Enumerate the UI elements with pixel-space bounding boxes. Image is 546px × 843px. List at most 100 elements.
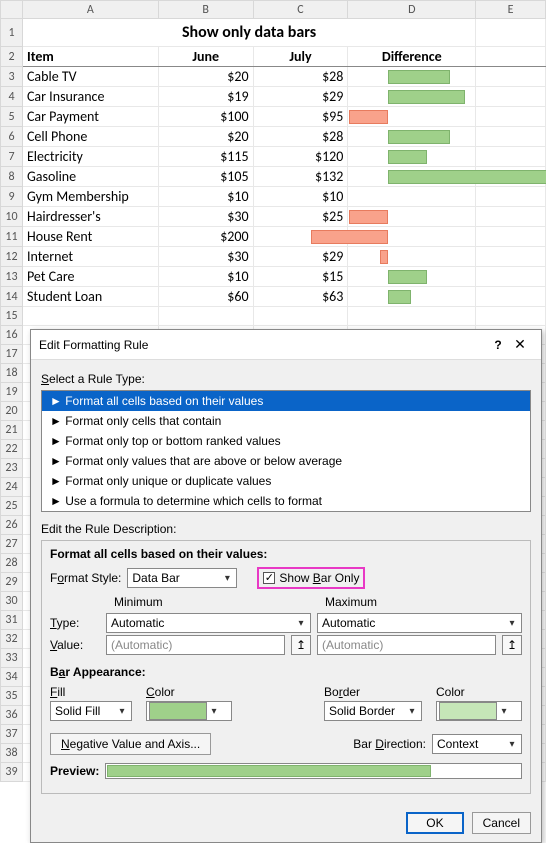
item-cell[interactable]: Internet [22, 247, 158, 267]
min-ref-button[interactable]: ↥ [291, 635, 311, 655]
row-header[interactable]: 33 [1, 649, 23, 668]
row-header[interactable]: 12 [1, 247, 23, 267]
june-cell[interactable]: $100 [158, 107, 253, 127]
july-cell[interactable]: $25 [253, 207, 348, 227]
june-cell[interactable]: $30 [158, 207, 253, 227]
item-cell[interactable]: Gym Membership [22, 187, 158, 207]
row-header[interactable]: 7 [1, 147, 23, 167]
col-header-B[interactable]: B [158, 1, 253, 19]
col-header-E[interactable]: E [476, 1, 546, 19]
row-header[interactable]: 16 [1, 326, 23, 345]
july-cell[interactable]: $15 [253, 267, 348, 287]
july-cell[interactable]: $28 [253, 127, 348, 147]
july-cell[interactable]: $29 [253, 247, 348, 267]
column-header-cell[interactable]: June [158, 47, 253, 67]
max-value-input[interactable]: (Automatic) [317, 635, 496, 655]
july-cell[interactable]: $10 [253, 187, 348, 207]
item-cell[interactable]: Cable TV [22, 67, 158, 87]
row-header[interactable]: 28 [1, 554, 23, 573]
row-header[interactable]: 6 [1, 127, 23, 147]
diff-bar-cell[interactable] [348, 187, 476, 207]
july-cell[interactable]: $132 [253, 167, 348, 187]
diff-bar-cell[interactable] [348, 247, 476, 267]
bar-direction-combo[interactable]: Context▾ [432, 734, 522, 754]
row-header[interactable]: 18 [1, 364, 23, 383]
dialog-titlebar[interactable]: Edit Formatting Rule ? ✕ [31, 330, 541, 360]
rule-type-item[interactable]: ► Format all cells based on their values [42, 391, 530, 411]
july-cell[interactable]: $29 [253, 87, 348, 107]
corner-cell[interactable] [1, 1, 23, 19]
row-header[interactable]: 23 [1, 459, 23, 478]
col-header-C[interactable]: C [253, 1, 348, 19]
title-cell[interactable]: Show only data bars [22, 19, 475, 47]
row-header[interactable]: 13 [1, 267, 23, 287]
row-header[interactable]: 8 [1, 167, 23, 187]
row-header[interactable]: 26 [1, 516, 23, 535]
rule-type-list[interactable]: ► Format all cells based on their values… [41, 390, 531, 512]
row-header[interactable]: 3 [1, 67, 23, 87]
ok-button[interactable]: OK [406, 812, 463, 834]
row-header[interactable]: 21 [1, 421, 23, 440]
col-header-A[interactable]: A [22, 1, 158, 19]
diff-bar-cell[interactable] [348, 167, 476, 187]
item-cell[interactable]: Electricity [22, 147, 158, 167]
row-header[interactable]: 39 [1, 763, 23, 782]
item-cell[interactable]: Pet Care [22, 267, 158, 287]
format-style-combo[interactable]: Data Bar▾ [127, 568, 237, 588]
row-header[interactable]: 24 [1, 478, 23, 497]
row-header[interactable]: 30 [1, 592, 23, 611]
diff-bar-cell[interactable] [348, 267, 476, 287]
june-cell[interactable]: $10 [158, 187, 253, 207]
diff-bar-cell[interactable] [348, 87, 476, 107]
rule-type-item[interactable]: ► Format only top or bottom ranked value… [42, 431, 530, 451]
min-value-input[interactable]: (Automatic) [106, 635, 285, 655]
row-header[interactable]: 10 [1, 207, 23, 227]
column-header-cell[interactable]: Item [22, 47, 158, 67]
col-header-D[interactable]: D [348, 1, 476, 19]
row-header[interactable]: 9 [1, 187, 23, 207]
row-header[interactable]: 1 [1, 19, 23, 47]
row-header[interactable]: 15 [1, 307, 23, 326]
help-button[interactable]: ? [489, 338, 507, 352]
july-cell[interactable]: $28 [253, 67, 348, 87]
max-type-combo[interactable]: Automatic▾ [317, 613, 522, 633]
diff-bar-cell[interactable] [348, 227, 476, 247]
diff-bar-cell[interactable] [348, 287, 476, 307]
row-header[interactable]: 32 [1, 630, 23, 649]
june-cell[interactable]: $19 [158, 87, 253, 107]
june-cell[interactable]: $10 [158, 267, 253, 287]
diff-bar-cell[interactable] [348, 147, 476, 167]
show-bar-only-checkbox[interactable]: ✓ Show Bar Only [257, 567, 365, 589]
diff-bar-cell[interactable] [348, 207, 476, 227]
row-header[interactable]: 27 [1, 535, 23, 554]
fill-combo[interactable]: Solid Fill▾ [50, 701, 132, 721]
june-cell[interactable]: $20 [158, 67, 253, 87]
close-button[interactable]: ✕ [507, 336, 533, 353]
june-cell[interactable]: $105 [158, 167, 253, 187]
border-combo[interactable]: Solid Border▾ [324, 701, 422, 721]
rule-type-item[interactable]: ► Format only values that are above or b… [42, 451, 530, 471]
june-cell[interactable]: $200 [158, 227, 253, 247]
rule-type-item[interactable]: ► Use a formula to determine which cells… [42, 491, 530, 511]
min-type-combo[interactable]: Automatic▾ [106, 613, 311, 633]
june-cell[interactable]: $20 [158, 127, 253, 147]
cancel-button[interactable]: Cancel [472, 812, 531, 834]
item-cell[interactable]: Car Insurance [22, 87, 158, 107]
item-cell[interactable]: Cell Phone [22, 127, 158, 147]
item-cell[interactable]: Student Loan [22, 287, 158, 307]
june-cell[interactable]: $115 [158, 147, 253, 167]
item-cell[interactable]: Hairdresser's [22, 207, 158, 227]
row-header[interactable]: 11 [1, 227, 23, 247]
item-cell[interactable]: Car Payment [22, 107, 158, 127]
column-header-cell[interactable]: July [253, 47, 348, 67]
item-cell[interactable]: Gasoline [22, 167, 158, 187]
fill-color-combo[interactable]: ▾ [146, 701, 232, 721]
row-header[interactable]: 5 [1, 107, 23, 127]
july-cell[interactable]: $63 [253, 287, 348, 307]
border-color-combo[interactable]: ▾ [436, 701, 522, 721]
diff-bar-cell[interactable] [348, 107, 476, 127]
row-header[interactable]: 20 [1, 402, 23, 421]
july-cell[interactable]: $95 [253, 107, 348, 127]
row-header[interactable]: 25 [1, 497, 23, 516]
column-header-cell[interactable]: Difference [348, 47, 476, 67]
